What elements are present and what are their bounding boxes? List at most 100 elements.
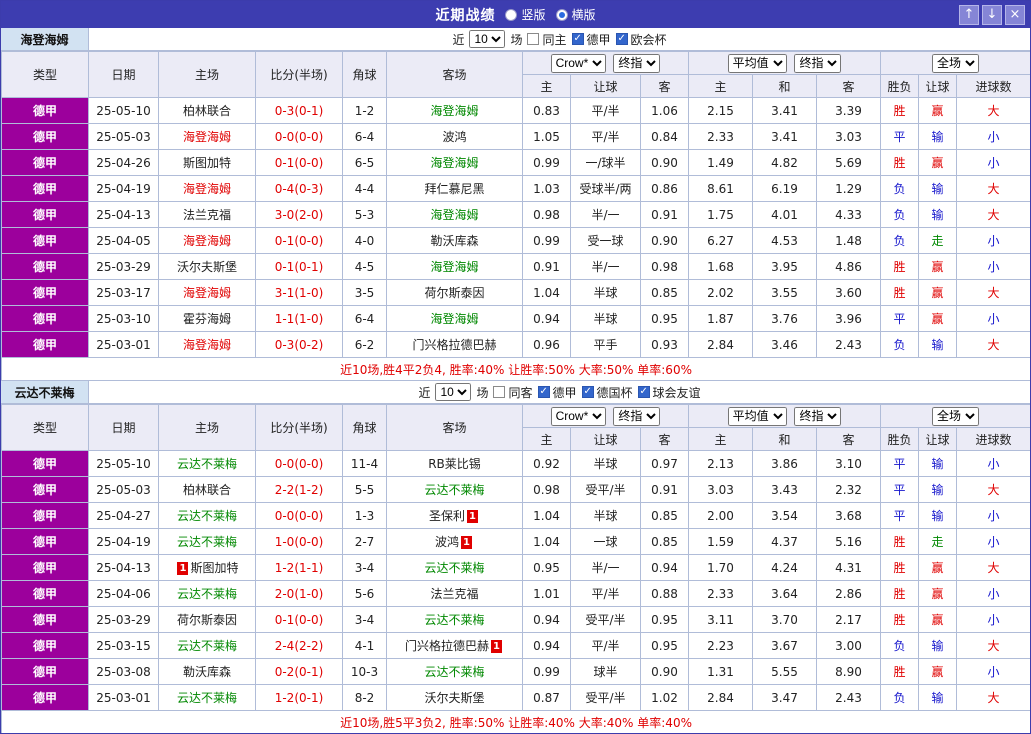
handicap-home-odds-cell: 0.94 xyxy=(522,606,571,633)
away-team-cell: 波鸿 1 xyxy=(386,528,523,555)
final-odds-select[interactable]: 终指 xyxy=(613,53,661,73)
league-cell: 德甲 xyxy=(1,658,89,685)
score-cell: 0-0(0-0) xyxy=(255,502,343,529)
move-up-button[interactable]: ↑ xyxy=(959,4,979,25)
goals-result-cell: 大 xyxy=(956,684,1030,711)
home-team-cell: 海登海姆 xyxy=(158,227,256,254)
score-cell: 0-3(0-2) xyxy=(255,331,343,358)
bookmaker-select[interactable]: Crow* xyxy=(550,53,606,73)
handicap-result-cell: 输 xyxy=(918,476,958,503)
handicap-away-odds-cell: 0.90 xyxy=(639,227,690,254)
team-name: 荷尔斯泰因 xyxy=(176,613,237,627)
team-name: 海登海姆 xyxy=(430,208,479,222)
away-team-cell: 云达不莱梅 xyxy=(386,476,523,503)
scope-select[interactable]: 全场 xyxy=(932,53,980,73)
recent-count-select[interactable]: 10 xyxy=(435,383,472,401)
avg-draw-odds-cell: 3.64 xyxy=(752,580,818,607)
wdl-result-cell: 负 xyxy=(880,175,920,202)
wdl-result-cell: 负 xyxy=(880,684,920,711)
filter-checkbox[interactable]: 德甲 xyxy=(571,31,611,48)
match-row: 德甲 25-03-29 沃尔夫斯堡 0-1(0-1) 4-5 海登海姆 0.91 半/一 0.9… xyxy=(1,253,1030,280)
avg-home-odds-cell: 2.84 xyxy=(688,684,754,711)
final-odds-select[interactable]: 终指 xyxy=(794,406,842,426)
recent-count-select[interactable]: 10 xyxy=(469,30,506,48)
filter-checkbox[interactable]: 球会友谊 xyxy=(637,384,701,401)
handicap-result-cell: 赢 xyxy=(918,279,958,306)
avg-home-odds-cell: 6.27 xyxy=(688,227,754,254)
team-name: 云达不莱梅 xyxy=(176,639,237,653)
team-name: RB莱比锡 xyxy=(428,457,481,471)
avg-home-odds-cell: 3.03 xyxy=(688,476,754,503)
close-button[interactable]: × xyxy=(1005,4,1025,25)
filter-checkbox[interactable]: 同客 xyxy=(493,384,533,401)
filter-checkbox[interactable]: 同主 xyxy=(527,31,567,48)
final-odds-select[interactable]: 终指 xyxy=(613,406,661,426)
team-name: 沃尔夫斯堡 xyxy=(176,260,237,274)
corners-cell: 6-5 xyxy=(342,149,387,176)
filter-checkbox[interactable]: 欧会杯 xyxy=(615,31,667,48)
filter-checkbox[interactable]: 德国杯 xyxy=(581,384,633,401)
corners-cell: 4-1 xyxy=(342,632,387,659)
filter-checkbox[interactable]: 德甲 xyxy=(537,384,577,401)
handicap-away-odds-cell: 0.85 xyxy=(639,528,690,555)
match-row: 德甲 25-04-05 海登海姆 0-1(0-0) 4-0 勒沃库森 0.99 受一球 0.90… xyxy=(1,227,1030,254)
scope-select[interactable]: 全场 xyxy=(932,406,980,426)
home-team-cell: 云达不莱梅 xyxy=(158,502,256,529)
match-row: 德甲 25-03-01 海登海姆 0-3(0-2) 6-2 门兴格拉德巴赫 0.96 平手 0.… xyxy=(1,331,1030,358)
home-team-cell: 云达不莱梅 xyxy=(158,684,256,711)
handicap-line-cell: 平/半 xyxy=(570,580,641,607)
handicap-line-cell: 半/一 xyxy=(570,253,641,280)
date-cell: 25-05-10 xyxy=(88,450,159,477)
bookmaker-select[interactable]: Crow* xyxy=(550,406,606,426)
match-row: 德甲 25-03-08 勒沃库森 0-2(0-1) 10-3 云达不莱梅 0.99 球半 0.9… xyxy=(1,658,1030,685)
league-cell: 德甲 xyxy=(1,684,89,711)
date-cell: 25-03-17 xyxy=(88,279,159,306)
home-team-cell: 柏林联合 xyxy=(158,476,256,503)
avg-away-odds-cell: 2.43 xyxy=(816,331,882,358)
col-score: 比分(半场) xyxy=(255,51,343,98)
score-cell: 0-2(0-1) xyxy=(255,658,343,685)
goals-result-cell: 小 xyxy=(956,227,1030,254)
avg-away-odds-cell: 8.90 xyxy=(816,658,882,685)
team-name: 云达不莱梅 xyxy=(176,535,237,549)
league-cell: 德甲 xyxy=(1,149,89,176)
avg-draw-odds-cell: 4.37 xyxy=(752,528,818,555)
away-team-cell: 海登海姆 xyxy=(386,97,523,124)
layout-horizontal-radio[interactable]: 横版 xyxy=(555,6,596,23)
average-select[interactable]: 平均值 xyxy=(727,53,787,73)
col-avg-away: 客 xyxy=(816,74,882,98)
score-cell: 1-2(1-1) xyxy=(255,554,343,581)
match-row: 德甲 25-05-10 云达不莱梅 0-0(0-0) 11-4 RB莱比锡 0.92 半球 0.… xyxy=(1,450,1030,477)
match-row: 德甲 25-05-10 柏林联合 0-3(0-1) 1-2 海登海姆 0.83 平/半 1.06… xyxy=(1,97,1030,124)
handicap-line-cell: 平/半 xyxy=(570,632,641,659)
handicap-line-cell: 平/半 xyxy=(570,123,641,150)
layout-vertical-radio[interactable]: 竖版 xyxy=(505,6,546,23)
date-cell: 25-05-03 xyxy=(88,476,159,503)
avg-home-odds-cell: 1.59 xyxy=(688,528,754,555)
goals-result-cell: 小 xyxy=(956,658,1030,685)
date-cell: 25-05-10 xyxy=(88,97,159,124)
league-cell: 德甲 xyxy=(1,476,89,503)
avg-away-odds-cell: 3.60 xyxy=(816,279,882,306)
goals-result-cell: 大 xyxy=(956,279,1030,306)
move-down-button[interactable]: ↓ xyxy=(982,4,1002,25)
wdl-result-cell: 胜 xyxy=(880,554,920,581)
handicap-line-cell: 受平/半 xyxy=(570,606,641,633)
filter-label: 德甲 xyxy=(552,385,577,400)
col-avg-home: 主 xyxy=(688,427,754,451)
handicap-home-odds-cell: 1.04 xyxy=(522,502,571,529)
goals-result-cell: 大 xyxy=(956,97,1030,124)
avg-home-odds-cell: 2.02 xyxy=(688,279,754,306)
team-name: 海登海姆 xyxy=(182,286,231,300)
handicap-away-odds-cell: 0.86 xyxy=(639,175,690,202)
goals-result-cell: 大 xyxy=(956,331,1030,358)
final-odds-select[interactable]: 终指 xyxy=(794,53,842,73)
results-table: 类型 日期 主场 比分(半场) 角球 客场 Crow* 终指 平均值 终指 全场… xyxy=(1,404,1030,733)
section-summary: 近10场,胜4平2负4, 胜率:40% 让胜率:50% 大率:50% 单率:60… xyxy=(1,357,1030,381)
avg-home-odds-cell: 1.70 xyxy=(688,554,754,581)
team-name: 云达不莱梅 xyxy=(424,665,485,679)
avg-home-odds-cell: 2.33 xyxy=(688,580,754,607)
average-select[interactable]: 平均值 xyxy=(727,406,787,426)
league-cell: 德甲 xyxy=(1,279,89,306)
team-name: 海登海姆 xyxy=(430,312,479,326)
